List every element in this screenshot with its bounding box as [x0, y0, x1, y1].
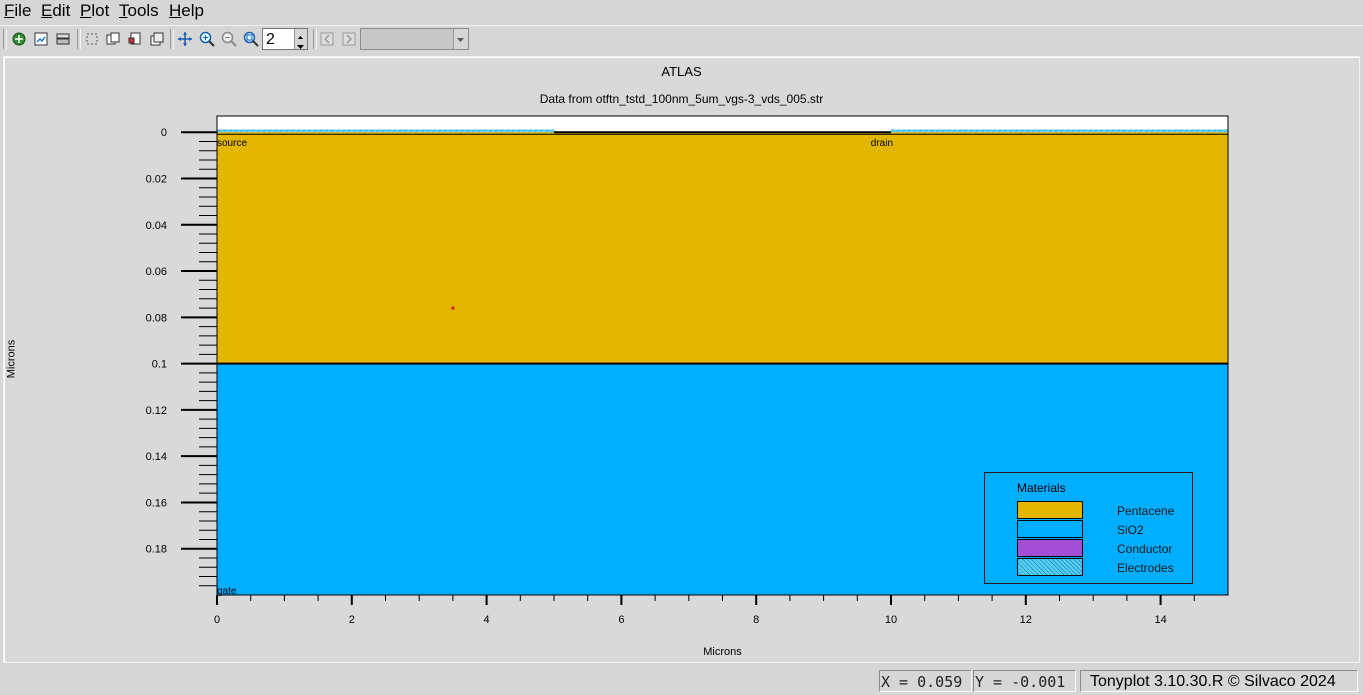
- legend-swatch-electrodes: [1017, 558, 1083, 576]
- y-tick-label: 0.06: [146, 266, 167, 278]
- legend-label-sio2: SiO2: [1117, 523, 1144, 537]
- zoom-out-icon[interactable]: [220, 30, 238, 48]
- zoom-box-icon[interactable]: [242, 30, 260, 48]
- copy-icon[interactable]: [104, 30, 122, 48]
- legend-label-conductor: Conductor: [1117, 542, 1173, 556]
- version-label: Tonyplot 3.10.30.R © Silvaco 2024: [1080, 670, 1358, 692]
- spin-up-icon[interactable]: [294, 29, 307, 40]
- y-tick-label: 0.04: [146, 220, 167, 232]
- x-tick-label: 4: [484, 614, 490, 626]
- data-marker: [451, 306, 455, 310]
- menu-plot[interactable]: Plot: [80, 0, 109, 22]
- toolbar-grip: [3, 29, 7, 49]
- legend-swatch-sio2: [1017, 520, 1083, 538]
- region-pentacene: [217, 132, 1228, 364]
- y-tick-label: 0.08: [146, 312, 167, 324]
- plot-selector-combo[interactable]: [360, 28, 469, 50]
- y-tick-label: 0.14: [146, 451, 167, 463]
- save-icon[interactable]: [32, 30, 50, 48]
- x-tick-label: 2: [349, 614, 355, 626]
- load-icon[interactable]: [10, 30, 28, 48]
- materials-legend: Materials Pentacene SiO2 Conductor Elect…: [984, 472, 1193, 584]
- toolbar-separator: [170, 29, 174, 49]
- next-plot-icon[interactable]: [340, 30, 358, 48]
- y-tick-label: 0.1: [152, 359, 167, 371]
- menu-tools[interactable]: Tools: [119, 0, 159, 22]
- x-tick-label: 8: [753, 614, 759, 626]
- y-tick-label: 0.18: [146, 544, 167, 556]
- plot-frame: ATLAS Data from otftn_tstd_100nm_5um_vgs…: [3, 56, 1360, 663]
- pan-icon[interactable]: [176, 30, 194, 48]
- region-source-electrode: [217, 129, 554, 133]
- toolbar-separator: [313, 29, 317, 49]
- legend-title: Materials: [1017, 481, 1066, 495]
- menu-file[interactable]: File: [4, 0, 31, 22]
- x-tick-label: 10: [885, 614, 897, 626]
- menu-edit[interactable]: Edit: [41, 0, 70, 22]
- combo-dropdown-icon[interactable]: [453, 29, 468, 49]
- y-coordinate-readout: Y = -0.001: [973, 670, 1076, 692]
- x-tick-label: 6: [618, 614, 624, 626]
- y-tick-label: 0.12: [146, 405, 167, 417]
- zoom-level-value: 2: [266, 31, 275, 48]
- zoom-level-stepper[interactable]: 2: [262, 28, 308, 50]
- toolbar: 2: [0, 26, 1363, 52]
- cut-icon[interactable]: [126, 30, 144, 48]
- y-tick-label: 0.02: [146, 173, 167, 185]
- x-coordinate-readout: X = 0.059: [879, 670, 972, 692]
- menu-help[interactable]: Help: [169, 0, 204, 22]
- previous-plot-icon[interactable]: [318, 30, 336, 48]
- legend-swatch-conductor: [1017, 539, 1083, 557]
- x-tick-label: 14: [1154, 614, 1166, 626]
- paste-icon[interactable]: [148, 30, 166, 48]
- electrode-label-drain: drain: [871, 138, 893, 149]
- y-tick-label: 0: [161, 127, 167, 139]
- legend-swatch-pentacene: [1017, 501, 1083, 519]
- zoom-in-icon[interactable]: [198, 30, 216, 48]
- toolbar-separator: [77, 29, 81, 49]
- menu-bar: File Edit Plot Tools Help: [0, 0, 1363, 24]
- electrode-label-gate: gate: [217, 586, 237, 597]
- electrode-label-source: source: [217, 138, 247, 149]
- legend-label-pentacene: Pentacene: [1117, 504, 1175, 518]
- legend-label-electrodes: Electrodes: [1117, 561, 1174, 575]
- x-tick-label: 0: [214, 614, 220, 626]
- status-bar: X = 0.059 Y = -0.001 Tonyplot 3.10.30.R …: [0, 664, 1363, 695]
- select-icon[interactable]: [83, 30, 101, 48]
- region-drain-electrode: [891, 129, 1228, 133]
- y-tick-label: 0.16: [146, 497, 167, 509]
- x-tick-label: 12: [1020, 614, 1032, 626]
- print-icon[interactable]: [54, 30, 72, 48]
- spin-down-icon[interactable]: [294, 39, 307, 49]
